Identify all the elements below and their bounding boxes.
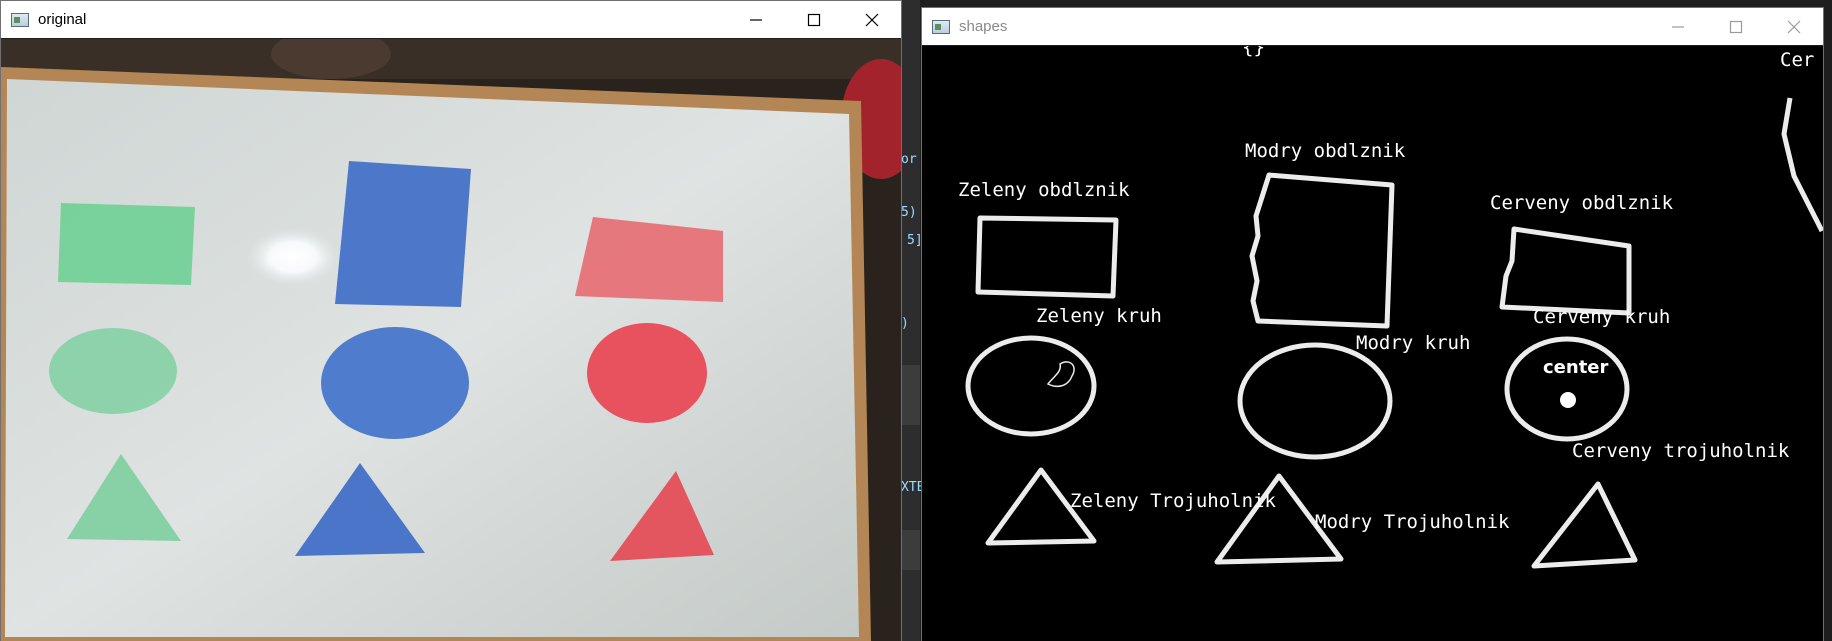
green-rectangle-contour xyxy=(975,215,1119,299)
label-top-brace: {} xyxy=(1242,46,1265,58)
minimize-button[interactable] xyxy=(727,1,785,38)
blue-circle-contour xyxy=(1237,342,1393,460)
maximize-icon xyxy=(1729,20,1743,33)
label-green-circle: Zeleny kruh xyxy=(1036,305,1162,327)
label-blue-rectangle: Modry obdlznik xyxy=(1245,140,1406,162)
label-green-triangle: Zeleny Trojuholnik xyxy=(1070,490,1276,512)
camera-image xyxy=(1,29,901,641)
maximize-icon xyxy=(807,13,821,26)
window-title: original xyxy=(38,11,87,28)
code-fragment: ) xyxy=(901,316,909,331)
contour-canvas: {} Cer Zeleny obdlznik Modry obdlznik Ce… xyxy=(958,36,1823,569)
light-glare xyxy=(245,227,341,287)
code-fragment: XTE xyxy=(901,480,925,495)
label-blue-circle: Modry kruh xyxy=(1356,332,1470,354)
titlebar[interactable]: original xyxy=(1,1,901,38)
blue-rectangle-contour xyxy=(1249,172,1395,329)
code-fragment: 5) xyxy=(901,205,917,220)
original-window: original xyxy=(1,1,901,641)
label-red-triangle: Cerveny trojuholnik xyxy=(1572,440,1790,462)
partial-contour xyxy=(1781,97,1823,233)
app-icon xyxy=(11,12,29,27)
titlebar[interactable]: shapes xyxy=(922,8,1823,45)
label-green-rectangle: Zeleny obdlznik xyxy=(958,179,1130,201)
green-circle-contour xyxy=(965,335,1097,437)
center-dot xyxy=(1560,392,1576,408)
red-circle-contour xyxy=(1504,336,1630,442)
blue-rectangle xyxy=(335,161,471,307)
app-icon xyxy=(932,19,950,34)
red-rectangle-contour xyxy=(1499,226,1632,316)
maximize-button[interactable] xyxy=(1707,8,1765,45)
window-title: shapes xyxy=(959,18,1008,35)
shapes-window: shapes {} Cer Zeleny obdlznik Modry obdl… xyxy=(922,8,1823,641)
minimize-icon xyxy=(1672,25,1684,28)
glare-contour xyxy=(1046,361,1075,388)
label-center: center xyxy=(1543,357,1609,378)
minimize-icon xyxy=(750,18,762,21)
editor-panel xyxy=(900,530,920,570)
label-partial-top: Cer xyxy=(1780,49,1814,71)
blue-circle xyxy=(321,327,469,439)
close-icon xyxy=(1787,20,1801,33)
close-button[interactable] xyxy=(1765,8,1823,45)
label-red-circle: Cerveny kruh xyxy=(1533,306,1670,328)
whiteboard-photo xyxy=(1,29,901,641)
close-button[interactable] xyxy=(843,1,901,38)
green-circle xyxy=(49,328,177,414)
code-fragment: 5] xyxy=(907,233,923,248)
red-circle xyxy=(587,323,707,423)
maximize-button[interactable] xyxy=(785,1,843,38)
close-icon xyxy=(865,13,879,26)
label-red-rectangle: Cerveny obdlznik xyxy=(1490,192,1674,214)
contour-image: {} Cer Zeleny obdlznik Modry obdlznik Ce… xyxy=(922,36,1823,641)
minimize-button[interactable] xyxy=(1649,8,1707,45)
code-fragment: or xyxy=(901,152,917,167)
editor-panel xyxy=(900,365,920,425)
red-triangle-contour xyxy=(1531,481,1638,569)
label-blue-triangle: Modry Trojuholnik xyxy=(1315,511,1510,533)
red-rectangle xyxy=(575,217,723,302)
green-rectangle xyxy=(58,203,195,285)
